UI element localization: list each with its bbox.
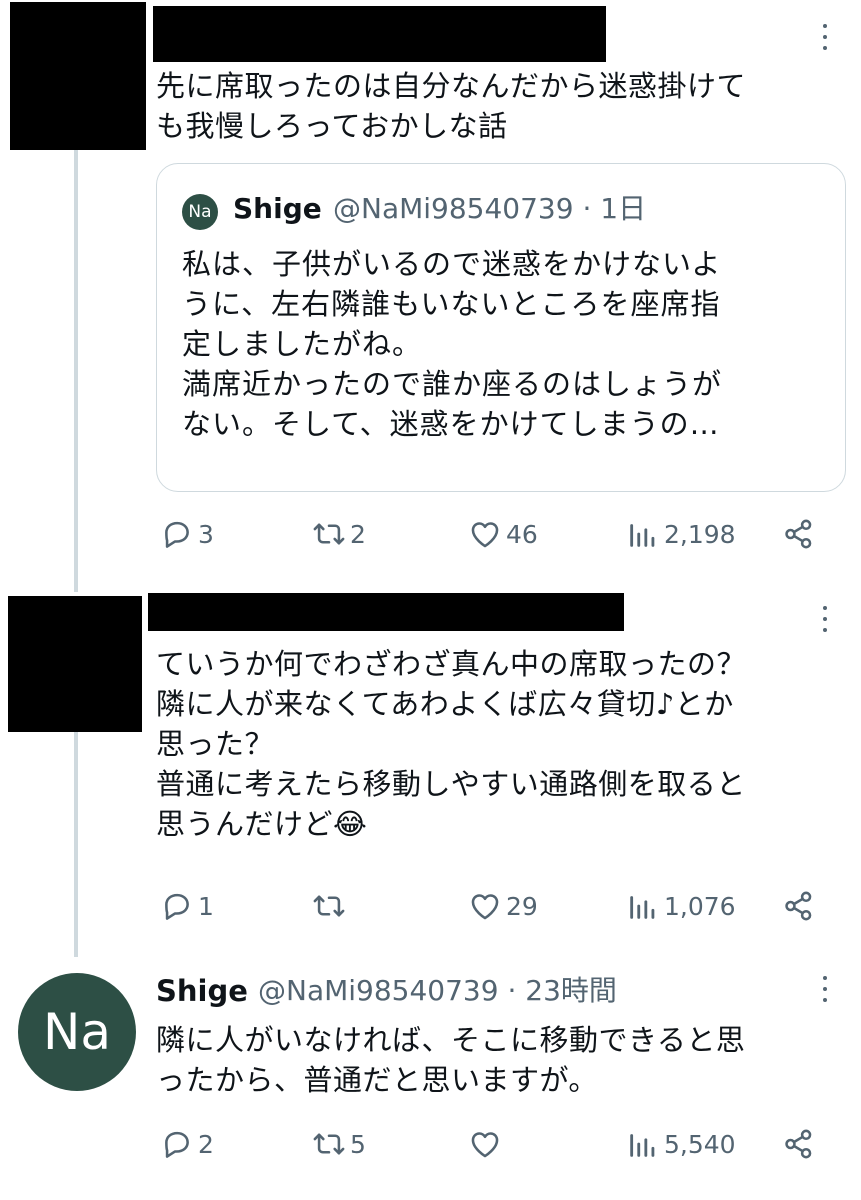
retweet-count: 2 bbox=[350, 519, 366, 549]
author-name[interactable]: Shige bbox=[156, 973, 248, 1009]
like-icon bbox=[471, 522, 499, 548]
views-count: 1,076 bbox=[664, 891, 736, 921]
quoted-tweet[interactable]: Na Shige @NaMi98540739 · 1日 私は、子供がいるので迷惑… bbox=[156, 163, 846, 492]
reply-count: 2 bbox=[198, 1129, 214, 1159]
share-icon bbox=[785, 1129, 812, 1159]
views-button[interactable]: 5,540 bbox=[626, 1124, 736, 1164]
author-handle-time: @NaMi98540739 · 23時間 bbox=[258, 974, 617, 1007]
tweet-text: ていうか何でわざわざ真ん中の席取ったの？ 隣に人が来なくてあわよくば広々貸切♪と… bbox=[156, 647, 747, 841]
share-button[interactable] bbox=[782, 886, 820, 926]
retweet-icon bbox=[313, 523, 345, 545]
redacted-avatar bbox=[10, 2, 146, 150]
reply-count: 3 bbox=[198, 519, 214, 549]
retweet-icon bbox=[313, 895, 345, 917]
more-icon[interactable] bbox=[813, 972, 837, 1008]
tweet-text: 先に席取ったのは自分なんだから迷惑掛けて も我慢しろっておかしな話 bbox=[156, 69, 747, 143]
quote-handle-time: @NaMi98540739 · 1日 bbox=[333, 192, 647, 225]
like-button[interactable] bbox=[468, 1124, 506, 1164]
retweet-button[interactable]: 2 bbox=[312, 514, 366, 554]
redacted-avatar bbox=[8, 596, 142, 732]
thread-line bbox=[74, 150, 78, 592]
thread-line bbox=[74, 732, 78, 957]
reply-count: 1 bbox=[198, 891, 214, 921]
views-icon bbox=[630, 1134, 655, 1157]
share-icon bbox=[785, 519, 812, 549]
reply-button[interactable]: 1 bbox=[160, 886, 214, 926]
retweet-icon bbox=[313, 1133, 345, 1155]
reply-icon bbox=[165, 521, 189, 548]
share-button[interactable] bbox=[782, 1124, 820, 1164]
like-count: 46 bbox=[506, 519, 538, 549]
like-button[interactable]: 46 bbox=[468, 514, 538, 554]
like-count: 29 bbox=[506, 891, 538, 921]
reply-icon bbox=[165, 1131, 189, 1158]
redacted-username bbox=[148, 593, 624, 631]
tweet-text: 隣に人がいなければ、そこに移動できると思 ったから、普通だと思いますが。 bbox=[156, 1023, 746, 1097]
more-icon[interactable] bbox=[813, 20, 837, 56]
quote-avatar[interactable]: Na bbox=[182, 194, 218, 230]
quote-author-name[interactable]: Shige bbox=[233, 191, 322, 227]
views-icon bbox=[630, 896, 655, 919]
views-button[interactable]: 1,076 bbox=[626, 886, 736, 926]
reply-icon bbox=[165, 893, 189, 920]
like-icon bbox=[471, 1132, 499, 1158]
like-button[interactable]: 29 bbox=[468, 886, 538, 926]
share-icon bbox=[785, 891, 812, 921]
share-button[interactable] bbox=[782, 514, 820, 554]
retweet-count: 5 bbox=[350, 1129, 366, 1159]
views-icon bbox=[630, 524, 655, 547]
author-avatar[interactable]: Na bbox=[18, 973, 136, 1091]
views-count: 2,198 bbox=[664, 519, 736, 549]
views-count: 5,540 bbox=[664, 1129, 736, 1159]
reply-button[interactable]: 3 bbox=[160, 514, 214, 554]
quote-text: 私は、子供がいるので迷惑をかけないよ うに、左右隣誰もいないところを座席指 定し… bbox=[182, 247, 723, 441]
retweet-button[interactable] bbox=[312, 886, 350, 926]
views-button[interactable]: 2,198 bbox=[626, 514, 736, 554]
like-icon bbox=[471, 894, 499, 920]
more-icon[interactable] bbox=[813, 602, 837, 638]
retweet-button[interactable]: 5 bbox=[312, 1124, 366, 1164]
redacted-username bbox=[153, 6, 606, 62]
reply-button[interactable]: 2 bbox=[160, 1124, 214, 1164]
